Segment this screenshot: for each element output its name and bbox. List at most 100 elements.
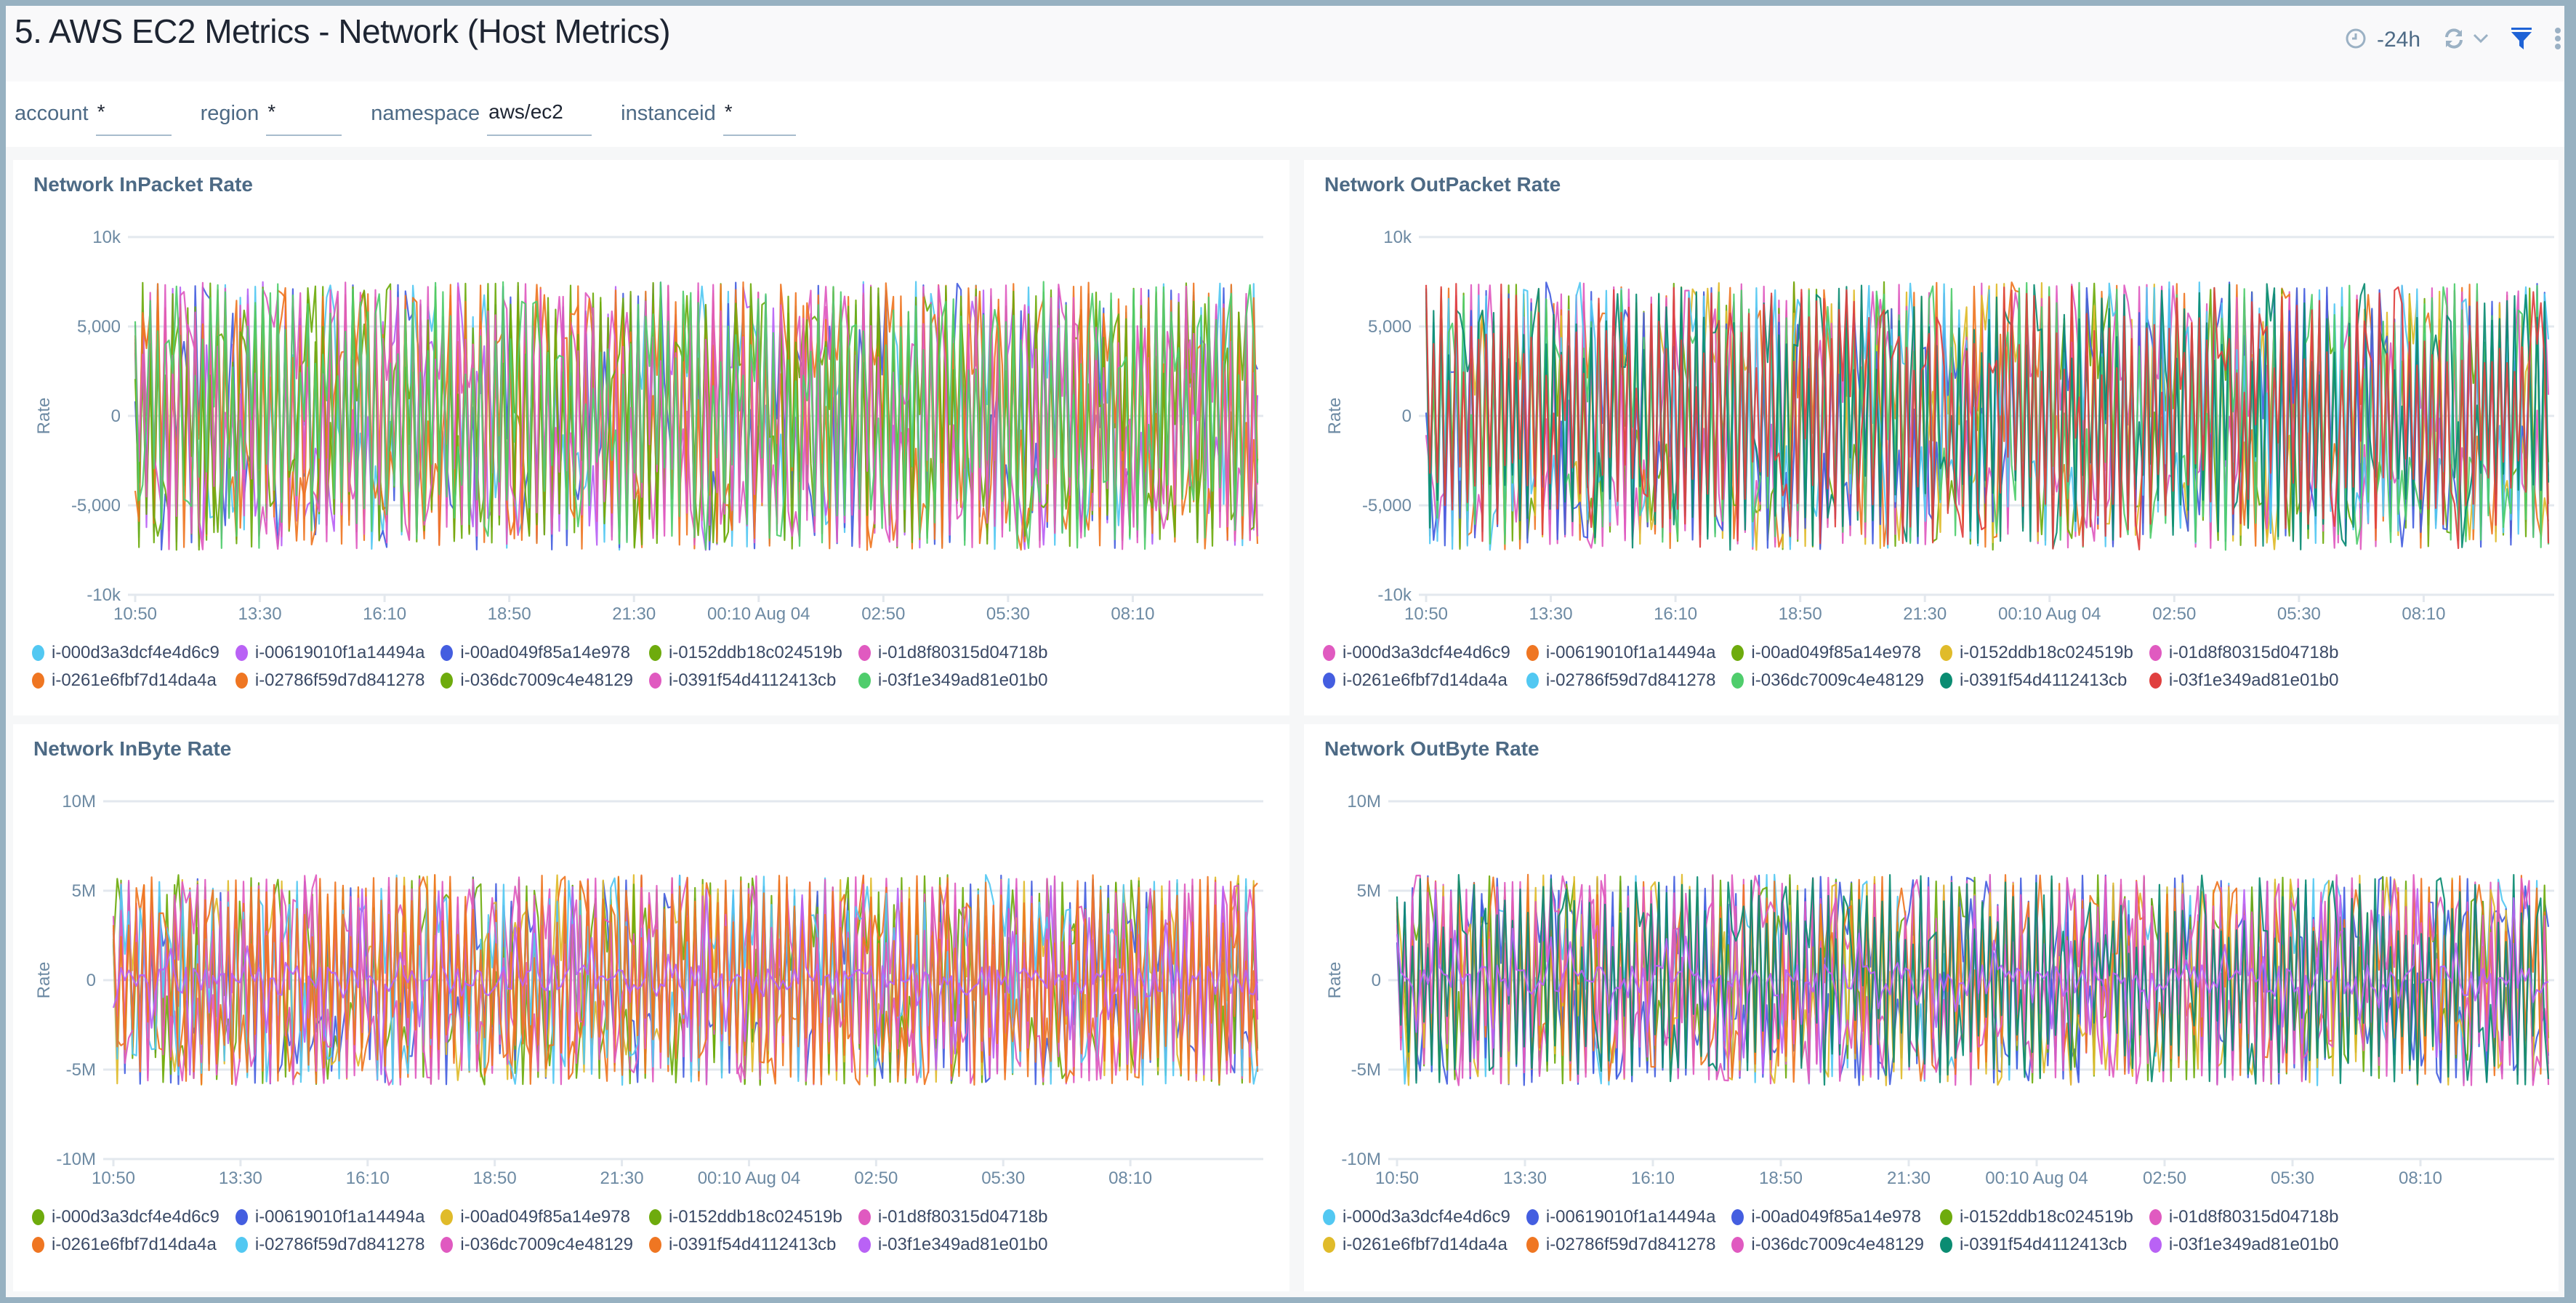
panel-network-inpacket-rate: Network InPacket Rate 10k 5,000 0 -5,000 -10…: [13, 160, 1289, 715]
chart-network-outbyte-rate: 10M 5M 0 -5M -10M Rate 10:50 13:30 16:10 18:50 21:…: [1325, 792, 2554, 1188]
legend-label: i-03f1e349ad81e01b0: [2168, 1235, 2339, 1254]
dashboard: 5. AWS EC2 Metrics - Network (Host Metri…: [6, 6, 2564, 1297]
legend-label: i-0261e6fbf7d14da4a: [1343, 1235, 1508, 1254]
legend-item[interactable]: i-0261e6fbf7d14da4a: [1323, 670, 1510, 691]
x-tick-label: 05:30: [2271, 1168, 2314, 1188]
region-filter-input[interactable]: [266, 95, 342, 136]
legend-item[interactable]: i-03f1e349ad81e01b0: [2149, 1235, 2339, 1255]
legend-color-dot-icon: [32, 1209, 44, 1225]
legend-color-dot-icon: [440, 673, 454, 689]
y-tick-label: 0: [1402, 406, 1412, 426]
legend-label: i-00ad049f85a14e978: [460, 1207, 630, 1227]
legend-color-dot-icon: [858, 1237, 871, 1253]
more-options-button[interactable]: [2554, 27, 2561, 54]
legend-item[interactable]: i-0391f54d4112413cb: [648, 670, 842, 691]
y-tick-label: -5M: [1351, 1060, 1381, 1080]
legend-item[interactable]: i-00619010f1a14494a: [235, 643, 425, 663]
legend-item[interactable]: i-0391f54d4112413cb: [1939, 670, 2133, 691]
x-tick-label: 10:50: [113, 604, 157, 624]
legend-item[interactable]: i-01d8f80315d04718b: [858, 643, 1047, 663]
legend-item[interactable]: i-0152ddb18c024519b: [1939, 1207, 2133, 1227]
legend-label: i-03f1e349ad81e01b0: [2168, 670, 2339, 690]
legend-color-dot-icon: [235, 1237, 248, 1253]
legend: i-000d3a3dcf4e4d6c9 i-00619010f1a14494a i-…: [32, 1207, 1275, 1255]
x-tick-label: 16:10: [1654, 604, 1697, 624]
instanceid-filter-input[interactable]: [723, 95, 796, 136]
legend-item[interactable]: i-036dc7009c4e48129: [1731, 1235, 1924, 1255]
x-tick-label: 13:30: [219, 1168, 262, 1188]
x-tick-label: 08:10: [2399, 1168, 2442, 1188]
legend-item[interactable]: i-0152ddb18c024519b: [648, 643, 842, 663]
legend-item[interactable]: i-00619010f1a14494a: [1526, 643, 1715, 663]
legend-item[interactable]: i-03f1e349ad81e01b0: [2149, 670, 2339, 691]
legend-item[interactable]: i-02786f59d7d841278: [1526, 1235, 1715, 1255]
legend-item[interactable]: i-036dc7009c4e48129: [440, 1235, 633, 1255]
legend-color-dot-icon: [1323, 673, 1335, 689]
x-tick-label: 10:50: [1375, 1168, 1419, 1188]
chevron-down-icon[interactable]: [2473, 33, 2489, 47]
legend-item[interactable]: i-01d8f80315d04718b: [2149, 643, 2338, 663]
panel-network-outbyte-rate: Network OutByte Rate 10M 5M 0 -5M -10M Rate 10…: [1304, 724, 2559, 1291]
legend-item[interactable]: i-00ad049f85a14e978: [1731, 1207, 1924, 1227]
x-tick-label: 05:30: [986, 604, 1030, 624]
legend-label: i-036dc7009c4e48129: [1751, 1235, 1924, 1254]
legend-item[interactable]: i-01d8f80315d04718b: [2149, 1207, 2338, 1227]
legend-item[interactable]: i-00619010f1a14494a: [1526, 1207, 1715, 1227]
legend-item[interactable]: i-0152ddb18c024519b: [1939, 643, 2133, 663]
legend-item[interactable]: i-0391f54d4112413cb: [1939, 1235, 2133, 1255]
legend-item[interactable]: i-00ad049f85a14e978: [440, 1207, 633, 1227]
legend-item[interactable]: i-00619010f1a14494a: [235, 1207, 424, 1227]
legend-label: i-0391f54d4112413cb: [1959, 670, 2128, 690]
legend-item[interactable]: i-02786f59d7d841278: [1526, 670, 1715, 691]
legend-label: i-0152ddb18c024519b: [668, 643, 842, 662]
legend-item[interactable]: i-02786f59d7d841278: [235, 670, 424, 691]
legend-item[interactable]: i-02786f59d7d841278: [235, 1235, 424, 1255]
x-tick-label: 21:30: [1887, 1168, 1931, 1188]
legend-item[interactable]: i-03f1e349ad81e01b0: [858, 670, 1047, 691]
y-tick-label: 5,000: [77, 317, 121, 337]
y-axis-title: Rate: [1325, 398, 1345, 435]
filter-instanceid: instanceid: [621, 92, 796, 136]
filter-namespace: namespace: [371, 92, 592, 136]
legend-label: i-0152ddb18c024519b: [1959, 1207, 2133, 1227]
x-tick-label: 02:50: [861, 604, 905, 624]
legend-color-dot-icon: [1939, 1209, 1952, 1225]
legend-item[interactable]: i-0391f54d4112413cb: [648, 1235, 842, 1255]
legend-item[interactable]: i-000d3a3dcf4e4d6c9: [32, 1207, 220, 1227]
refresh-button[interactable]: [2442, 27, 2489, 54]
time-range-picker[interactable]: -24h: [2345, 28, 2420, 53]
x-tick-label: 21:30: [1903, 604, 1947, 624]
legend-color-dot-icon: [1323, 1237, 1335, 1253]
y-tick-label: 10k: [1383, 228, 1412, 247]
legend-color-dot-icon: [32, 645, 44, 661]
legend-color-dot-icon: [1323, 1209, 1335, 1225]
legend-item[interactable]: i-000d3a3dcf4e4d6c9: [1323, 1207, 1510, 1227]
legend-item[interactable]: i-0261e6fbf7d14da4a: [32, 670, 220, 691]
legend-color-dot-icon: [1731, 645, 1744, 661]
x-tick-label: 02:50: [2152, 604, 2196, 624]
legend-item[interactable]: i-0261e6fbf7d14da4a: [1323, 1235, 1510, 1255]
legend-label: i-00619010f1a14494a: [254, 643, 425, 662]
account-filter-input[interactable]: [95, 95, 172, 136]
x-tick-label: 16:10: [346, 1168, 390, 1188]
y-tick-label: 5M: [1357, 881, 1381, 901]
filter-button[interactable]: [2511, 27, 2532, 54]
page-title: 5. AWS EC2 Metrics - Network (Host Metri…: [15, 12, 671, 50]
legend-item[interactable]: i-000d3a3dcf4e4d6c9: [32, 643, 220, 663]
namespace-filter-input[interactable]: [487, 95, 592, 136]
legend-item[interactable]: i-00ad049f85a14e978: [1731, 643, 1924, 663]
legend-item[interactable]: i-036dc7009c4e48129: [440, 670, 633, 691]
y-axis-title: Rate: [34, 398, 54, 435]
legend-item[interactable]: i-036dc7009c4e48129: [1731, 670, 1924, 691]
x-tick-label: 13:30: [238, 604, 282, 624]
legend-label: i-000d3a3dcf4e4d6c9: [52, 643, 220, 662]
legend-item[interactable]: i-0152ddb18c024519b: [648, 1207, 842, 1227]
y-tick-label: 10M: [62, 792, 96, 811]
legend-item[interactable]: i-00ad049f85a14e978: [440, 643, 633, 663]
legend-item[interactable]: i-0261e6fbf7d14da4a: [32, 1235, 220, 1255]
legend-color-dot-icon: [648, 1237, 661, 1253]
legend-item[interactable]: i-03f1e349ad81e01b0: [858, 1235, 1047, 1255]
legend-item[interactable]: i-000d3a3dcf4e4d6c9: [1323, 643, 1510, 663]
legend-label: i-0261e6fbf7d14da4a: [52, 670, 217, 690]
legend-item[interactable]: i-01d8f80315d04718b: [858, 1207, 1047, 1227]
